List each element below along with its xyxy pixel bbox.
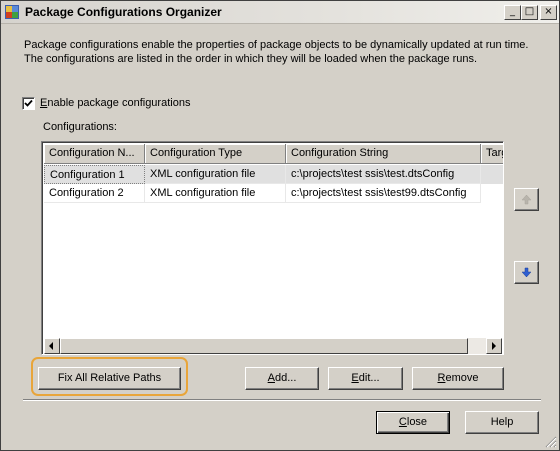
add-mnemonic: A <box>267 372 275 384</box>
checkmark-icon <box>24 99 33 107</box>
minimize-button[interactable]: _ <box>504 5 521 20</box>
edit-mnemonic: E <box>351 372 359 384</box>
scroll-thumb[interactable] <box>60 338 468 354</box>
arrow-right-icon <box>492 342 496 350</box>
window-title: Package Configurations Organizer <box>25 5 222 19</box>
enable-configurations-label[interactable]: Enable package configurations <box>40 97 190 109</box>
maximize-button[interactable]: □ <box>521 5 538 20</box>
app-icon <box>5 5 19 19</box>
cell-name: Configuration 2 <box>44 184 145 203</box>
close-button[interactable]: Close <box>376 411 450 434</box>
column-header-string[interactable]: Configuration String <box>286 144 481 164</box>
enable-configurations-checkbox[interactable] <box>22 97 35 110</box>
arrow-up-icon <box>521 194 532 205</box>
cell-type: XML configuration file <box>145 184 286 203</box>
description-text: Package configurations enable the proper… <box>24 38 544 66</box>
description-line-1: Package configurations enable the proper… <box>24 39 529 51</box>
arrow-left-icon <box>49 342 53 350</box>
help-button[interactable]: Help <box>465 411 539 434</box>
configurations-label: Configurations: <box>43 121 117 133</box>
separator-line <box>23 399 541 401</box>
table-row[interactable]: Configuration 1 XML configuration file c… <box>44 165 503 184</box>
cell-string: c:\projects\test ssis\test99.dtsConfig <box>286 184 481 203</box>
remove-label-rest: emove <box>445 372 479 384</box>
table-row[interactable]: Configuration 2 XML configuration file c… <box>44 184 503 203</box>
edit-label-rest: dit... <box>358 372 380 384</box>
fix-all-relative-paths-button[interactable]: Fix All Relative Paths <box>38 367 181 390</box>
enable-label-rest: nable package configurations <box>47 97 191 109</box>
column-header-type[interactable]: Configuration Type <box>145 144 286 164</box>
arrow-down-icon <box>521 267 532 278</box>
package-configurations-dialog: Package Configurations Organizer _ □ × P… <box>0 0 560 451</box>
edit-button[interactable]: Edit... <box>328 367 403 390</box>
add-button[interactable]: Add... <box>245 367 319 390</box>
description-line-2: The configurations are listed in the ord… <box>24 53 478 65</box>
configurations-list[interactable]: Configuration N... Configuration Type Co… <box>41 141 504 355</box>
move-down-button[interactable] <box>514 261 539 284</box>
close-label-rest: lose <box>406 416 428 428</box>
list-header: Configuration N... Configuration Type Co… <box>44 144 503 164</box>
cell-type: XML configuration file <box>145 165 286 184</box>
scroll-right-button[interactable] <box>486 338 502 354</box>
scroll-left-button[interactable] <box>44 338 60 354</box>
remove-button[interactable]: Remove <box>412 367 504 390</box>
cell-name: Configuration 1 <box>44 165 145 184</box>
horizontal-scrollbar[interactable] <box>44 338 502 354</box>
close-window-button[interactable]: × <box>540 5 557 20</box>
add-label-rest: dd... <box>274 372 297 384</box>
column-header-target[interactable]: Targ <box>481 144 503 164</box>
cell-string: c:\projects\test ssis\test.dtsConfig <box>286 165 481 184</box>
column-header-name[interactable]: Configuration N... <box>44 144 145 164</box>
title-bar[interactable]: Package Configurations Organizer _ □ × <box>1 1 559 24</box>
resize-grip-icon[interactable] <box>545 436 557 448</box>
move-up-button[interactable] <box>514 188 539 211</box>
close-mnemonic: C <box>398 416 407 428</box>
